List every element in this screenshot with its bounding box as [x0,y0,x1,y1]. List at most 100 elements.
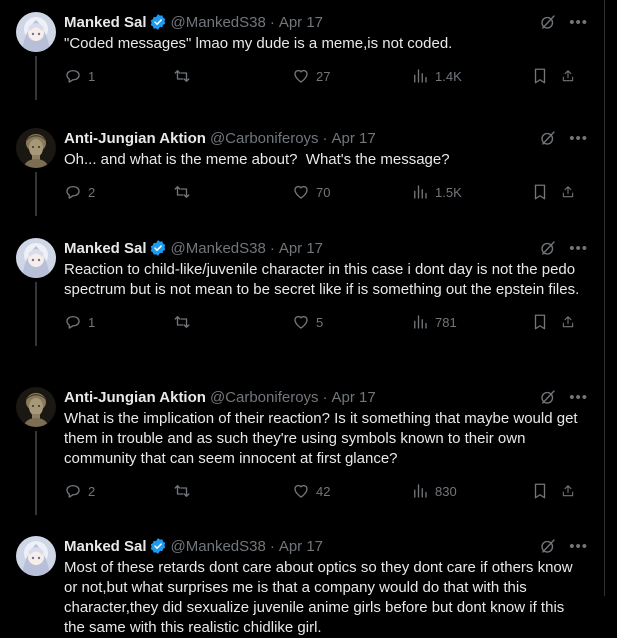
share-button[interactable] [561,183,581,201]
tweet[interactable]: Manked Sal @MankedS38 · Apr 17 ••• Most … [0,524,604,638]
avatar[interactable] [16,12,56,52]
tweet[interactable]: Manked Sal @MankedS38 · Apr 17 ••• React… [0,226,604,375]
bookmark-icon [534,483,546,499]
views-icon [414,484,427,498]
thread-line [35,172,37,216]
more-options-icon[interactable]: ••• [569,14,588,31]
bookmark-button[interactable] [531,183,561,201]
views-count: 1.4K [435,68,462,84]
separator-dot: · [322,129,328,147]
reply-button[interactable]: 1 [64,67,173,85]
reply-count: 1 [88,68,96,84]
thread-line [35,56,37,100]
conversation-thread: Manked Sal @MankedS38 · Apr 17 ••• "Code… [0,0,605,636]
bookmark-icon [534,184,546,200]
views-icon [414,185,427,199]
views-count: 830 [435,483,457,499]
heart-icon [294,69,308,83]
retweet-button[interactable] [173,183,292,201]
tweet-text: Oh... and what is the meme about? What's… [64,151,450,168]
author-name[interactable]: Manked Sal [64,538,147,555]
share-button[interactable] [561,313,581,331]
author-name[interactable]: Anti-Jungian Aktion [64,130,206,147]
avatar[interactable] [16,128,56,168]
retweet-button[interactable] [173,313,292,331]
reply-icon [66,186,80,199]
tweet[interactable]: Anti-Jungian Aktion @Carboniferoys · Apr… [0,116,604,226]
tweet-date[interactable]: Apr 17 [279,538,323,555]
like-button[interactable]: 5 [292,313,411,331]
grok-icon[interactable] [539,537,557,555]
separator-dot: · [269,239,275,257]
tweet-text: "Coded messages" lmao my dude is a meme,… [64,35,453,52]
like-button[interactable]: 27 [292,67,411,85]
reply-icon [66,70,80,83]
like-button[interactable]: 42 [292,482,411,500]
heart-icon [294,185,308,199]
tweet[interactable]: Anti-Jungian Aktion @Carboniferoys · Apr… [0,375,604,524]
tweet-date[interactable]: Apr 17 [332,130,376,147]
verified-badge-icon [150,14,165,30]
like-count: 70 [316,184,331,200]
retweet-button[interactable] [173,67,292,85]
tweet-date[interactable]: Apr 17 [332,389,376,406]
avatar[interactable] [16,238,56,278]
tweet-text: What is the implication of their reactio… [64,410,582,467]
reply-count: 2 [88,184,96,200]
views-button[interactable]: 1.4K [411,67,531,85]
more-options-icon[interactable]: ••• [569,130,588,147]
reply-button[interactable]: 1 [64,313,173,331]
views-button[interactable]: 781 [411,313,531,331]
author-name[interactable]: Manked Sal [64,14,147,31]
like-count: 42 [316,483,331,499]
author-handle[interactable]: @Carboniferoys [210,389,319,406]
reply-button[interactable]: 2 [64,183,173,201]
like-count: 5 [316,314,324,330]
thread-line [35,282,37,346]
grok-icon[interactable] [539,129,557,147]
more-options-icon[interactable]: ••• [569,538,588,555]
bookmark-button[interactable] [531,482,561,500]
grok-icon[interactable] [539,388,557,406]
reply-button[interactable]: 2 [64,482,173,500]
grok-icon[interactable] [539,239,557,257]
reply-count: 1 [88,314,96,330]
author-name[interactable]: Manked Sal [64,240,147,257]
bookmark-icon [534,68,546,84]
grok-icon[interactable] [539,13,557,31]
author-handle[interactable]: @MankedS38 [171,538,266,555]
share-button[interactable] [561,482,581,500]
separator-dot: · [269,537,275,555]
views-button[interactable]: 1.5K [411,183,531,201]
bookmark-icon [534,314,546,330]
more-options-icon[interactable]: ••• [569,389,588,406]
like-button[interactable]: 70 [292,183,411,201]
verified-badge-icon [150,538,165,554]
thread-line [35,431,37,515]
reply-count: 2 [88,483,96,499]
retweet-icon [174,70,190,82]
reply-icon [66,485,80,498]
author-handle[interactable]: @MankedS38 [171,240,266,257]
bookmark-button[interactable] [531,67,561,85]
views-button[interactable]: 830 [411,482,531,500]
more-options-icon[interactable]: ••• [569,240,588,257]
avatar[interactable] [16,536,56,576]
tweet-text: Reaction to child-like/juvenile characte… [64,261,580,298]
author-name[interactable]: Anti-Jungian Aktion [64,389,206,406]
share-button[interactable] [561,67,581,85]
tweet-text: Most of these retards dont care about op… [64,559,577,636]
avatar[interactable] [16,387,56,427]
like-count: 27 [316,68,331,84]
heart-icon [294,315,308,329]
tweet[interactable]: Manked Sal @MankedS38 · Apr 17 ••• "Code… [0,0,604,116]
tweet-date[interactable]: Apr 17 [279,240,323,257]
bookmark-button[interactable] [531,313,561,331]
share-icon [562,485,574,497]
separator-dot: · [322,388,328,406]
author-handle[interactable]: @MankedS38 [171,14,266,31]
tweet-date[interactable]: Apr 17 [279,14,323,31]
retweet-button[interactable] [173,482,292,500]
author-handle[interactable]: @Carboniferoys [210,130,319,147]
reply-icon [66,316,80,329]
